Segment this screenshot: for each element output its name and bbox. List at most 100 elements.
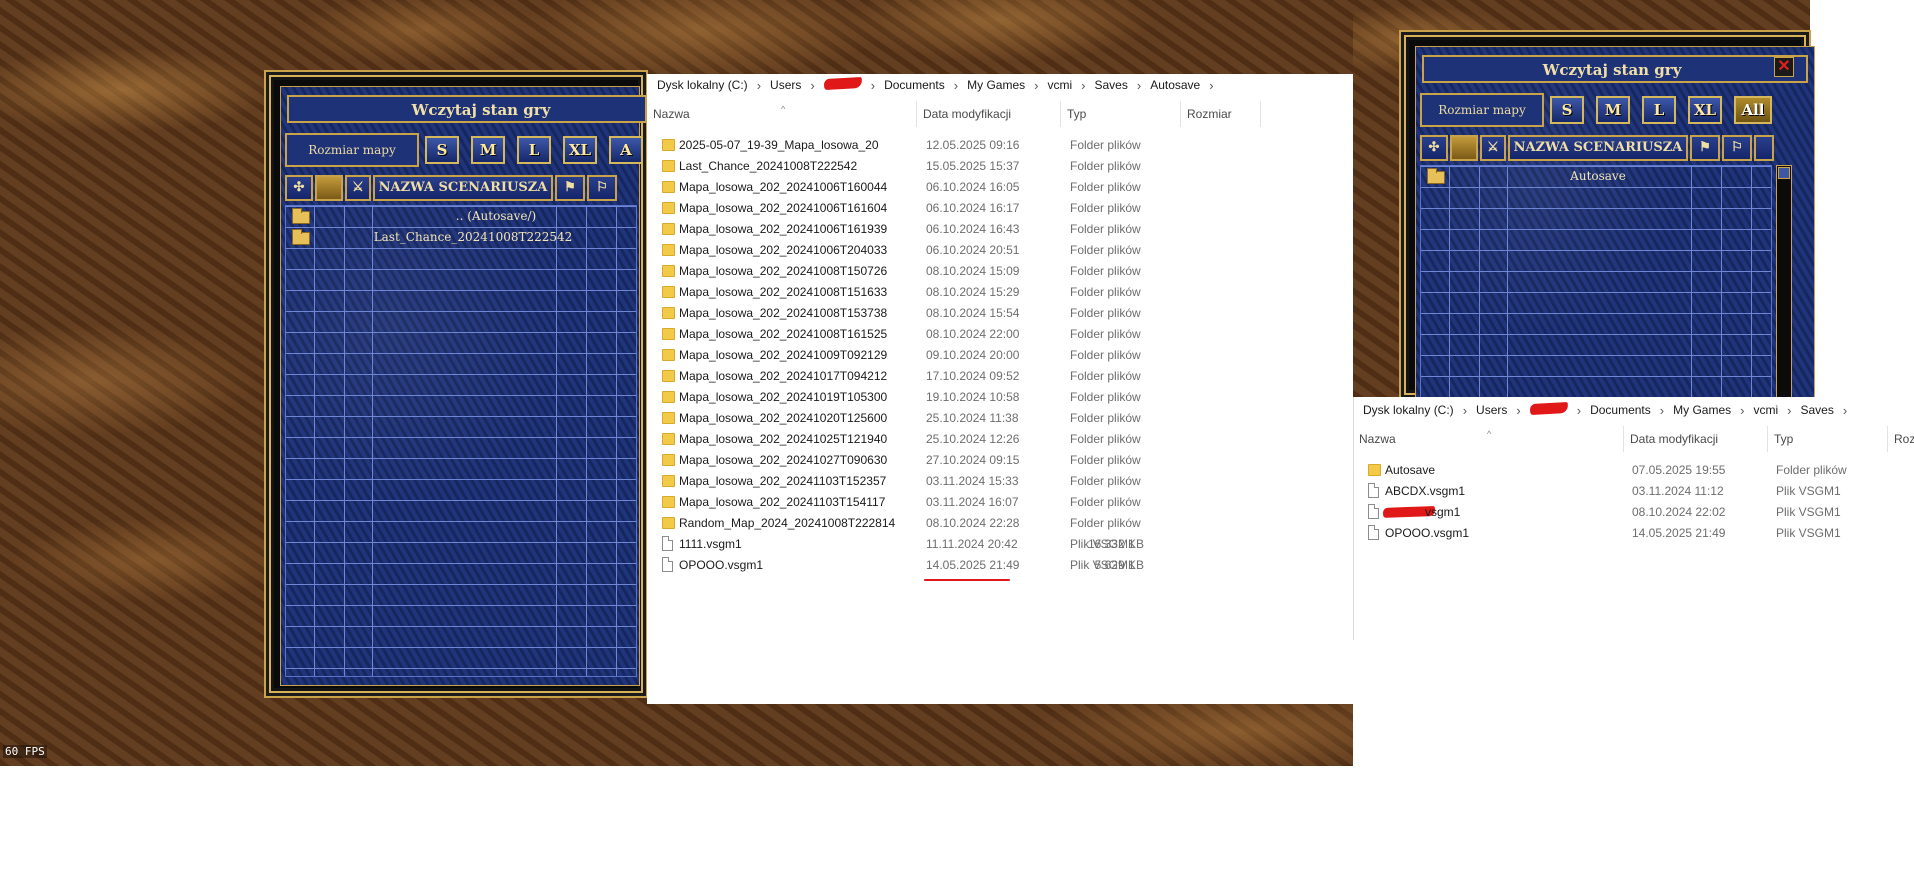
breadcrumb[interactable]: Dysk lokalny (C:) › Users › › Documents › M… [647, 74, 1353, 96]
file-date: 19.10.2024 10:58 [926, 390, 1020, 404]
highlight-underline [924, 579, 1010, 581]
file-row[interactable]: Mapa_losowa_202_20241103T154117 03.11.202… [647, 492, 1353, 513]
file-row[interactable]: Autosave 07.05.2025 19:55 Folder plików [1353, 460, 1914, 481]
close-button[interactable]: ✕ [1774, 57, 1794, 77]
file-row[interactable]: Mapa_losowa_202_20241006T204033 06.10.202… [647, 240, 1353, 261]
size-xl-button[interactable]: XL [563, 136, 597, 164]
size-all-button[interactable]: A [609, 136, 643, 164]
file-name: Mapa_losowa_202_20241019T105300 [679, 390, 888, 404]
chevron-right-icon: › [1659, 402, 1665, 418]
file-row[interactable]: Last_Chance_20241008T222542 15.05.2025 15… [647, 156, 1353, 177]
column-header-name[interactable]: ^ Nazwa [1353, 426, 1624, 452]
file-row[interactable]: Mapa_losowa_202_20241009T092129 09.10.202… [647, 345, 1353, 366]
column-header-type[interactable]: Typ [1768, 426, 1888, 452]
chevron-right-icon: › [756, 77, 762, 93]
blank-area [1810, 0, 1914, 397]
file-row[interactable]: Mapa_losowa_202_20241017T094212 17.10.202… [647, 366, 1353, 387]
column-header-date[interactable]: Data modyfikacji [1624, 426, 1768, 452]
file-row[interactable]: Mapa_losowa_202_20241006T161939 06.10.202… [647, 219, 1353, 240]
win-flag-column-button[interactable]: ⚑ [1690, 135, 1720, 161]
scenario-name-column-button[interactable]: NAZWA SCENARIUSZA [373, 175, 553, 201]
file-row[interactable]: Mapa_losowa_202_20241006T161604 06.10.202… [647, 198, 1353, 219]
size-l-button[interactable]: L [517, 136, 551, 164]
column-header-type[interactable]: Typ [1061, 101, 1181, 127]
file-name: Mapa_losowa_202_20241103T152357 [679, 474, 887, 488]
file-type: Folder plików [1070, 516, 1141, 530]
breadcrumb-vcmi[interactable]: vcmi [1749, 403, 1782, 417]
file-row[interactable]: Mapa_losowa_202_20241020T125600 25.10.202… [647, 408, 1353, 429]
breadcrumb-autosave[interactable]: Autosave [1146, 78, 1204, 92]
column-header-size[interactable]: Rozmiar [1181, 101, 1261, 127]
breadcrumb-my-games[interactable]: My Games [963, 78, 1029, 92]
size-all-button[interactable]: All [1734, 96, 1772, 124]
size-m-button[interactable]: M [471, 136, 505, 164]
scrollbar[interactable] [1776, 165, 1792, 405]
file-row[interactable]: Mapa_losowa_202_20241025T121940 25.10.202… [647, 429, 1353, 450]
file-row[interactable]: Mapa_losowa_202_20241008T153738 08.10.202… [647, 303, 1353, 324]
file-name: ABCDX.vsgm1 [1385, 484, 1466, 498]
breadcrumb-saves[interactable]: Saves [1090, 78, 1131, 92]
file-row[interactable]: Mapa_losowa_202_20241008T161525 08.10.202… [647, 324, 1353, 345]
loss-flag-column-button[interactable]: ⚐ [587, 175, 617, 201]
map-size-column-button[interactable] [315, 175, 343, 201]
victory-column-button[interactable]: ⚔ [345, 175, 371, 201]
lock-column-button[interactable] [1754, 135, 1774, 161]
file-date: 25.10.2024 11:38 [926, 411, 1019, 425]
breadcrumb-drive[interactable]: Dysk lokalny (C:) [653, 78, 752, 92]
breadcrumb-documents[interactable]: Documents [1586, 403, 1655, 417]
file-row[interactable]: 1111.vsgm1 11.11.2024 20:42 Plik VSGM1 16 3… [647, 534, 1353, 555]
file-row[interactable]: 2025-05-07_19-39_Mapa_losowa_20 12.05.202… [647, 135, 1353, 156]
breadcrumb-my-games[interactable]: My Games [1669, 403, 1735, 417]
column-header-size[interactable]: Roz [1888, 426, 1914, 452]
file-row[interactable]: Mapa_losowa_202_20241008T150726 08.10.202… [647, 261, 1353, 282]
folder-icon [662, 181, 675, 193]
breadcrumb-redacted-user[interactable] [1526, 402, 1572, 417]
file-row[interactable]: OPOOO.vsgm1 14.05.2025 21:49 Plik VSGM1 [1353, 523, 1914, 544]
breadcrumb-vcmi[interactable]: vcmi [1043, 78, 1076, 92]
breadcrumb-saves[interactable]: Saves [1796, 403, 1837, 417]
list-item[interactable]: .. (Autosave/) [285, 206, 637, 227]
file-name: Mapa_losowa_202_20241008T150726 [679, 264, 888, 278]
breadcrumb-users[interactable]: Users [1472, 403, 1511, 417]
scenario-name-column-button[interactable]: NAZWA SCENARIUSZA [1508, 135, 1688, 161]
loss-flag-column-button[interactable]: ⚐ [1722, 135, 1752, 161]
scroll-up-arrow[interactable] [1778, 167, 1790, 179]
file-name: OPOOO.vsgm1 [1385, 526, 1470, 540]
file-row[interactable]: ABCDX.vsgm1 03.11.2024 11:12 Plik VSGM1 [1353, 481, 1914, 502]
file-row[interactable]: Mapa_losowa_202_20241027T090630 27.10.202… [647, 450, 1353, 471]
win-flag-column-button[interactable]: ⚑ [555, 175, 585, 201]
victory-column-button[interactable]: ⚔ [1480, 135, 1506, 161]
file-row[interactable]: vsgm1 08.10.2024 22:02 Plik VSGM1 [1353, 502, 1914, 523]
players-column-button[interactable]: ✣ [285, 175, 313, 201]
list-item[interactable]: Autosave [1420, 166, 1772, 187]
file-name: Mapa_losowa_202_20241006T161604 [679, 201, 888, 215]
breadcrumb-documents[interactable]: Documents [880, 78, 949, 92]
file-type: Folder plików [1070, 180, 1141, 194]
file-row[interactable]: Mapa_losowa_202_20241006T160044 06.10.202… [647, 177, 1353, 198]
breadcrumb-drive[interactable]: Dysk lokalny (C:) [1359, 403, 1458, 417]
file-row[interactable]: Random_Map_2024_20241008T222814 08.10.202… [647, 513, 1353, 534]
file-row[interactable]: OPOOO.vsgm1 14.05.2025 21:49 Plik VSGM1 5 6… [647, 555, 1353, 576]
size-s-button[interactable]: S [425, 136, 459, 164]
column-header-name[interactable]: ^ Nazwa [647, 101, 917, 127]
file-row[interactable]: Mapa_losowa_202_20241019T105300 19.10.202… [647, 387, 1353, 408]
size-s-button[interactable]: S [1550, 96, 1584, 124]
file-row[interactable]: Mapa_losowa_202_20241103T152357 03.11.202… [647, 471, 1353, 492]
size-m-button[interactable]: M [1596, 96, 1630, 124]
file-type: Folder plików [1070, 390, 1141, 404]
breadcrumb[interactable]: Dysk lokalny (C:) › Users › › Documents › M… [1353, 399, 1914, 421]
file-type: Folder plików [1070, 348, 1141, 362]
breadcrumb-users[interactable]: Users [766, 78, 805, 92]
header-date-label: Data modyfikacji [923, 107, 1012, 121]
players-column-button[interactable]: ✣ [1420, 135, 1448, 161]
breadcrumb-redacted-user[interactable] [820, 77, 866, 92]
folder-icon [662, 454, 675, 466]
map-size-column-button[interactable] [1450, 135, 1478, 161]
column-header-date[interactable]: Data modyfikacji [917, 101, 1061, 127]
file-row[interactable]: Mapa_losowa_202_20241008T151633 08.10.202… [647, 282, 1353, 303]
list-item[interactable]: Last_Chance_20241008T222542 [285, 227, 637, 248]
file-date: 08.10.2024 15:29 [926, 285, 1020, 299]
size-l-button[interactable]: L [1642, 96, 1676, 124]
file-icon [1368, 483, 1379, 498]
size-xl-button[interactable]: XL [1688, 96, 1722, 124]
